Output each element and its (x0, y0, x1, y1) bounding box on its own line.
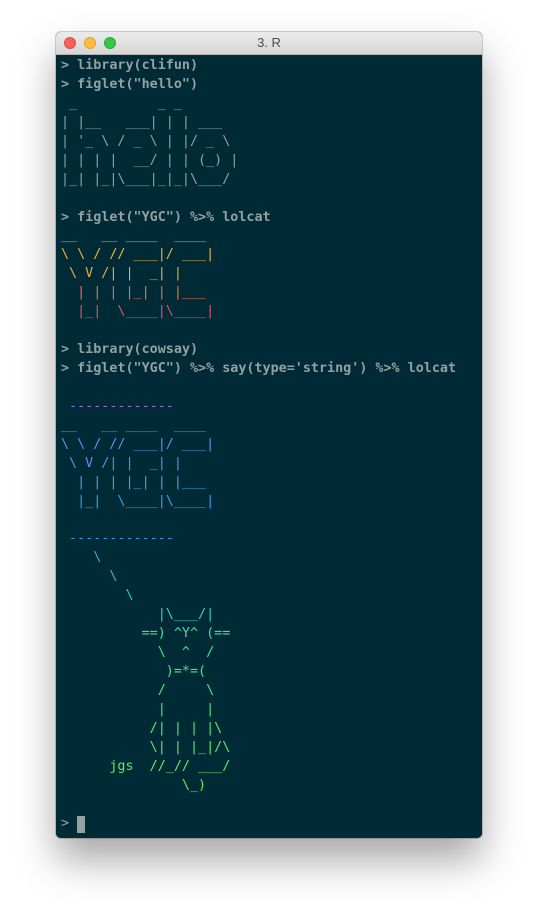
output-line: |_| |_|\___|_|_|\___/ (61, 171, 482, 190)
line-text: > figlet("YGC") %>% say(type='string') %… (61, 361, 457, 376)
output-line: \ (61, 549, 482, 568)
output-line: | | | |_| | |___ (61, 474, 482, 493)
output-line: _ _ _ (61, 95, 482, 114)
output-line: /| | | |\ (61, 720, 482, 739)
command-line: > figlet("hello") (61, 76, 482, 95)
line-text: > (61, 815, 78, 831)
line-text: ------------- (61, 398, 174, 414)
line-text: /| | | |\ (61, 720, 223, 736)
output-line: | | | |_| | |___ (61, 284, 482, 303)
line-text: ------------- (61, 531, 174, 547)
line-text: \ \ / // ___|/ ___| (61, 247, 215, 263)
line-text: __ __ ____ ____ (61, 228, 215, 244)
output-line: \| | |_|/\ (61, 739, 482, 758)
output-line: | |__ ___| | | ___ (61, 114, 482, 133)
output-line: ==) ^Y^ (== (61, 625, 482, 644)
line-text: | | (61, 701, 215, 717)
window-title: 3. R (257, 35, 281, 50)
output-line: | | (61, 701, 482, 720)
line-text: > figlet("hello") (61, 76, 199, 92)
line-text: \ (61, 588, 134, 604)
line-text: |_| |_|\___|_|_|\___/ (61, 171, 239, 187)
line-text: |_| \____|\____| (61, 304, 215, 320)
line-text: > figlet("YGC") %>% lolcat (61, 209, 271, 225)
output-line: \ \ / // ___|/ ___| (61, 436, 482, 455)
line-text: \ V /| | _| | (61, 455, 215, 471)
output-line: \ (61, 568, 482, 587)
line-text: \| | |_|/\ (61, 739, 231, 755)
line-text: \ V /| | _| | (61, 266, 215, 282)
output-line: __ __ ____ ____ (61, 417, 482, 436)
output-line: )=*=( (61, 663, 482, 682)
output-line: | | | | __/ | | (_) | (61, 152, 482, 171)
line-text: \ ^ / (61, 645, 215, 661)
line-text: \ \ / // ___|/ ___| (61, 436, 215, 452)
line-text: | '_ \ / _ \ | |/ _ \ (61, 133, 239, 149)
text-cursor (77, 815, 86, 833)
line-text: |_| \____|\____| (61, 493, 215, 509)
command-line: > figlet("YGC") %>% say(type='string') %… (61, 360, 482, 379)
line-text: | | | |_| | |___ (61, 474, 215, 490)
terminal-output[interactable]: > library(clifun) > figlet("hello") _ _ _… (56, 55, 482, 838)
output-line: ------------- (61, 530, 482, 549)
line-text: __ __ ____ ____ (61, 417, 215, 433)
line-text: |\___/| (61, 607, 215, 623)
output-line: \ \ / // ___|/ ___| (61, 246, 482, 265)
line-text: jgs //_// ___/ (61, 758, 231, 774)
line-text: | |__ ___| | | ___ (61, 114, 239, 130)
output-line: |_| \____|\____| (61, 303, 482, 322)
line-text: \_) (61, 777, 207, 793)
terminal-window: 3. R > library(clifun) > figlet("hello") … (56, 32, 482, 838)
output-line: ------------- (61, 398, 482, 417)
output-line: __ __ ____ ____ (61, 227, 482, 246)
output-line: | '_ \ / _ \ | |/ _ \ (61, 133, 482, 152)
line-text: > library(clifun) (61, 58, 199, 73)
command-line: > library(cowsay) (61, 341, 482, 360)
command-line: > figlet("YGC") %>% lolcat (61, 209, 482, 228)
output-line: \ ^ / (61, 644, 482, 663)
output-line: \ V /| | _| | (61, 265, 482, 284)
line-text: ==) ^Y^ (== (61, 626, 231, 642)
line-text: \ (61, 550, 102, 566)
line-text: > library(cowsay) (61, 342, 199, 358)
output-line: / \ (61, 682, 482, 701)
output-line: \ (61, 587, 482, 606)
command-line: > library(clifun) (61, 57, 482, 76)
input-prompt: > (61, 815, 482, 834)
output-line: \_) (61, 777, 482, 796)
line-text: / \ (61, 682, 215, 698)
title-bar[interactable]: 3. R (56, 32, 482, 55)
line-text: | | | |_| | |___ (61, 285, 215, 301)
output-line: jgs //_// ___/ (61, 758, 482, 777)
line-text: )=*=( (61, 664, 207, 679)
line-text: _ _ _ (61, 95, 239, 111)
output-line: |\___/| (61, 606, 482, 625)
output-line: |_| \____|\____| (61, 493, 482, 512)
output-line: \ V /| | _| | (61, 455, 482, 474)
line-text: | | | | __/ | | (_) | (61, 152, 239, 168)
line-text: \ (61, 569, 118, 585)
